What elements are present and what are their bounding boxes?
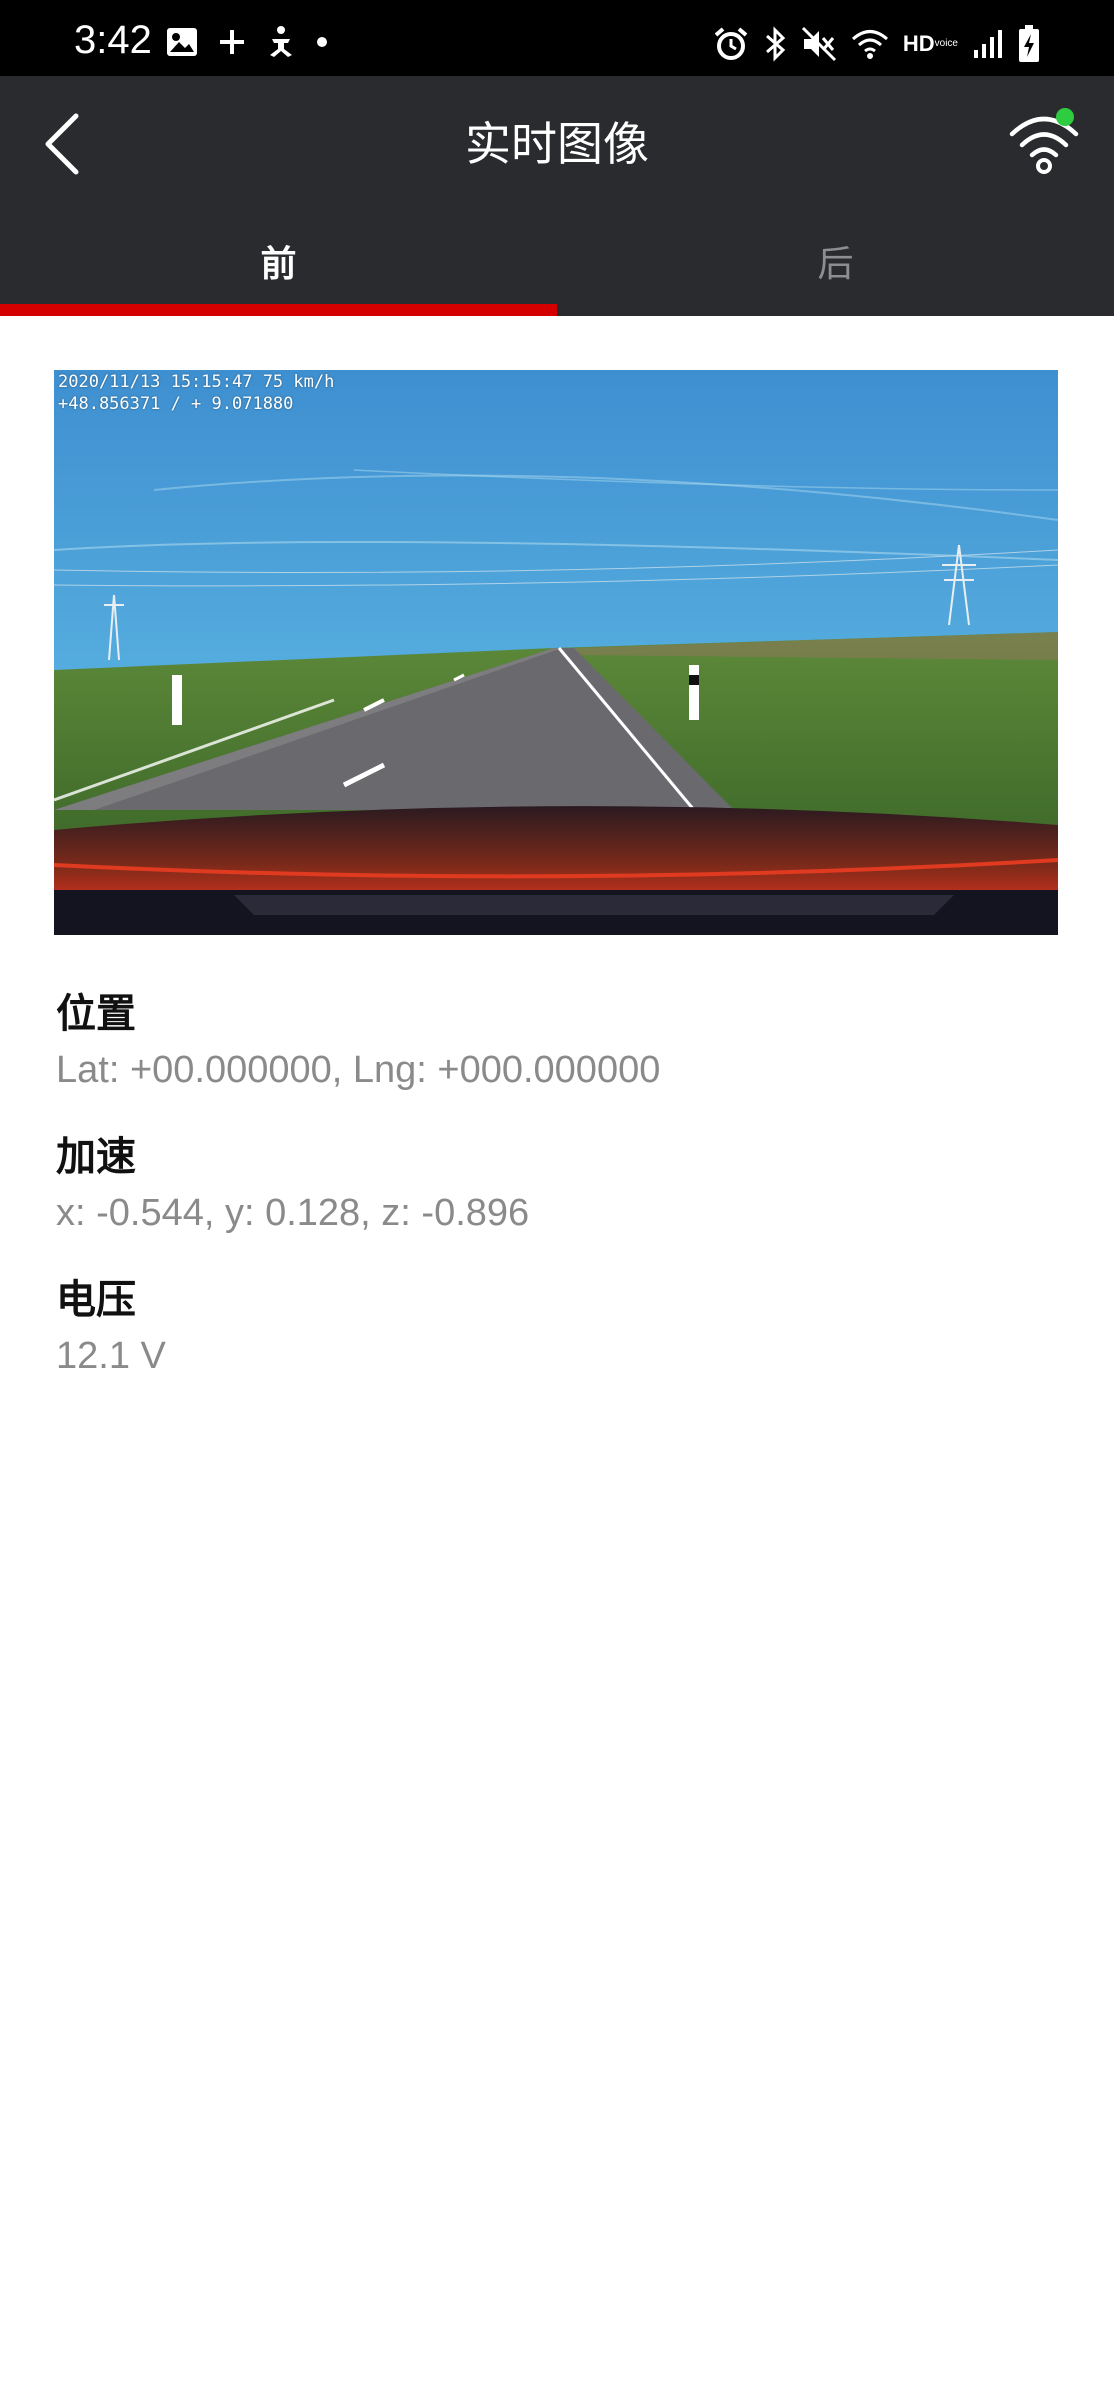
plus-icon [218,28,246,56]
app-header: 实时图像 前 后 [0,76,1114,316]
position-section: 位置 Lat: +00.000000, Lng: +000.000000 [56,986,1056,1098]
dot-icon [316,36,328,48]
page-title: 实时图像 [465,117,649,171]
status-time: 3:42 [74,18,152,62]
status-right-icons: HD voice [713,22,1040,66]
acceleration-value: x: -0.544, y: 0.128, z: -0.896 [56,1192,530,1234]
voltage-label: 电压 [56,1277,136,1323]
accessibility-icon [266,25,296,59]
image-icon [166,27,198,57]
camera-tabs: 前 后 [0,206,1114,316]
voltage-section: 电压 12.1 V [56,1272,1056,1384]
tab-rear[interactable]: 后 [557,206,1114,316]
position-value: Lat: +00.000000, Lng: +000.000000 [56,1049,661,1091]
acceleration-label: 加速 [56,1134,136,1180]
acceleration-section: 加速 x: -0.544, y: 0.128, z: -0.896 [56,1129,1056,1241]
voice-label: voice [934,38,958,49]
dashcam-scene [54,370,1058,935]
live-camera-image: 2020/11/13 15:15:47 75 km/h +48.856371 /… [54,370,1058,935]
wifi-icon [851,28,889,60]
camera-overlay-datetime-speed: 2020/11/13 15:15:47 75 km/h [58,372,335,392]
mute-icon [801,26,837,62]
wifi-connected-indicator [1056,108,1074,126]
position-label: 位置 [56,991,136,1037]
battery-charging-icon [1018,25,1040,63]
hd-label: HD [902,31,935,56]
status-bar: 3:42 HD voice [0,0,1114,76]
wifi-status-button[interactable] [1004,102,1084,182]
hd-voice-icon: HD voice [903,33,958,55]
status-left-icons [166,22,328,62]
tab-front[interactable]: 前 [0,206,557,316]
signal-icon [972,28,1004,60]
voltage-value: 12.1 V [56,1335,166,1377]
camera-overlay-coordinates: +48.856371 / + 9.071880 [58,394,294,414]
active-tab-indicator [0,304,557,316]
alarm-icon [713,26,749,62]
bluetooth-icon [763,26,787,62]
